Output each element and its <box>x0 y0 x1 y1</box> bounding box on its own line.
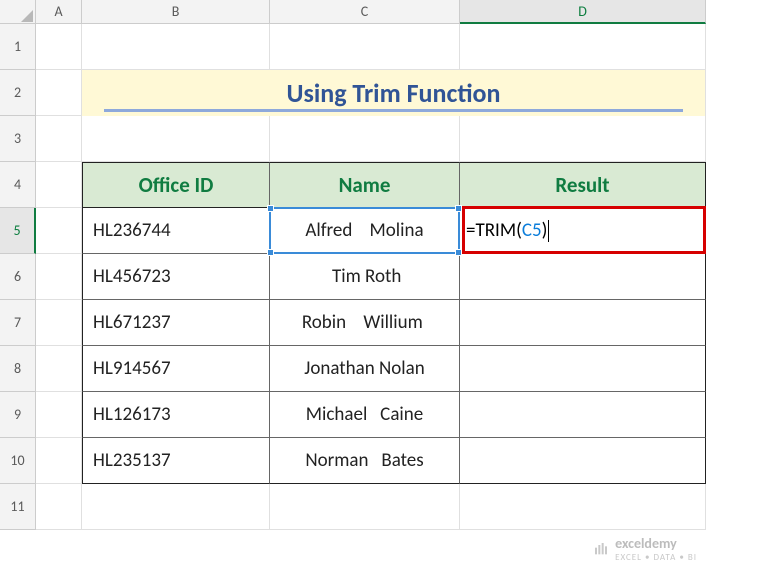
cell-A1[interactable] <box>36 24 82 70</box>
cell-C5-text: Alfred Molina <box>301 219 428 242</box>
title-underline <box>104 109 683 112</box>
cell-D11[interactable] <box>460 484 706 530</box>
cell-C7[interactable]: Robin Willium <box>270 300 460 346</box>
cell-B6-text: HL456723 <box>89 265 171 288</box>
watermark: exceldemy EXCEL • DATA • BI <box>593 535 697 563</box>
cell-A7[interactable] <box>36 300 82 346</box>
row-head-9[interactable]: 9 <box>0 392 36 438</box>
cell-A11[interactable] <box>36 484 82 530</box>
cell-C3[interactable] <box>270 116 460 162</box>
row-head-1[interactable]: 1 <box>0 24 36 70</box>
row-head-3[interactable]: 3 <box>0 116 36 162</box>
cell-B9-text: HL126173 <box>89 403 171 426</box>
cell-B10[interactable]: HL235137 <box>82 438 270 484</box>
cell-A5[interactable] <box>36 208 82 254</box>
row-head-4[interactable]: 4 <box>0 162 36 208</box>
cell-C7-text: Robin Willium <box>302 311 427 334</box>
cell-A4[interactable] <box>36 162 82 208</box>
cell-C8[interactable]: Jonathan Nolan <box>270 346 460 392</box>
header-office-id[interactable]: Office ID <box>82 162 270 208</box>
cell-B10-text: HL235137 <box>89 449 171 472</box>
watermark-brand: exceldemy <box>615 535 677 552</box>
cell-B9[interactable]: HL126173 <box>82 392 270 438</box>
cell-C11[interactable] <box>270 484 460 530</box>
cell-A3[interactable] <box>36 116 82 162</box>
cell-C10-text: Norman Bates <box>305 449 423 472</box>
cell-A8[interactable] <box>36 346 82 392</box>
cell-C9-text: Michael Caine <box>301 403 427 426</box>
row-head-7[interactable]: 7 <box>0 300 36 346</box>
cell-D10[interactable] <box>460 438 706 484</box>
cell-C1[interactable] <box>270 24 460 70</box>
title-text: Using Trim Function <box>287 77 501 109</box>
col-head-B[interactable]: B <box>82 0 270 24</box>
cell-B8-text: HL914567 <box>89 357 171 380</box>
cell-D3[interactable] <box>460 116 706 162</box>
cell-A9[interactable] <box>36 392 82 438</box>
row-head-5[interactable]: 5 <box>0 208 36 254</box>
col-head-C[interactable]: C <box>270 0 460 24</box>
text-cursor <box>548 220 549 242</box>
cell-B8[interactable]: HL914567 <box>82 346 270 392</box>
row-head-2[interactable]: 2 <box>0 70 36 116</box>
formula-text: =TRIM(C5) <box>466 219 549 242</box>
cell-B7[interactable]: HL671237 <box>82 300 270 346</box>
select-all-corner[interactable] <box>0 0 36 24</box>
row-head-11[interactable]: 11 <box>0 484 36 530</box>
cell-B3[interactable] <box>82 116 270 162</box>
cell-B1[interactable] <box>82 24 270 70</box>
cell-D5[interactable]: =TRIM(C5) <box>460 208 706 254</box>
cell-A2[interactable] <box>36 70 82 116</box>
cell-C5[interactable]: Alfred Molina <box>270 208 460 254</box>
row-head-8[interactable]: 8 <box>0 346 36 392</box>
watermark-tagline: EXCEL • DATA • BI <box>615 552 697 563</box>
header-name[interactable]: Name <box>270 162 460 208</box>
cell-B5-text: HL236744 <box>89 219 171 242</box>
cell-A6[interactable] <box>36 254 82 300</box>
cell-C8-text: Jonathan Nolan <box>304 357 424 380</box>
cell-D9[interactable] <box>460 392 706 438</box>
cell-B5[interactable]: HL236744 <box>82 208 270 254</box>
header-result[interactable]: Result <box>460 162 706 208</box>
cell-C9[interactable]: Michael Caine <box>270 392 460 438</box>
cell-C10[interactable]: Norman Bates <box>270 438 460 484</box>
cell-C6-text: Tim Roth <box>328 265 402 288</box>
cell-B11[interactable] <box>82 484 270 530</box>
cell-D1[interactable] <box>460 24 706 70</box>
spreadsheet-grid[interactable]: A B C D 1 2 Using Trim Function 3 4 Offi… <box>0 0 767 530</box>
title-cell[interactable]: Using Trim Function <box>82 70 706 116</box>
cell-B7-text: HL671237 <box>89 311 171 334</box>
row-head-10[interactable]: 10 <box>0 438 36 484</box>
row-head-6[interactable]: 6 <box>0 254 36 300</box>
cell-D6[interactable] <box>460 254 706 300</box>
col-head-A[interactable]: A <box>36 0 82 24</box>
cell-B6[interactable]: HL456723 <box>82 254 270 300</box>
cell-A10[interactable] <box>36 438 82 484</box>
watermark-icon <box>593 541 609 557</box>
cell-C6[interactable]: Tim Roth <box>270 254 460 300</box>
cell-D8[interactable] <box>460 346 706 392</box>
col-head-D[interactable]: D <box>460 0 706 24</box>
cell-D7[interactable] <box>460 300 706 346</box>
